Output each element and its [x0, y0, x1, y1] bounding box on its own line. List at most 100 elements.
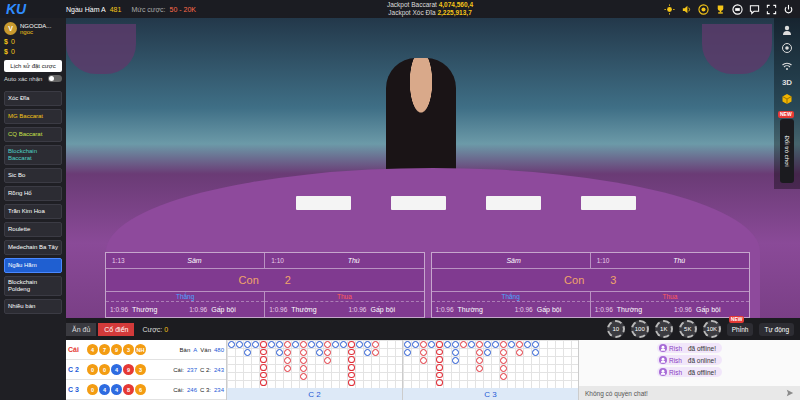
road-mark: [428, 341, 435, 348]
wifi-icon[interactable]: [781, 60, 793, 72]
3d-button[interactable]: 3D: [782, 78, 792, 87]
switch-game-tab[interactable]: NEWĐổi trò chơi: [780, 119, 794, 183]
bet-column: Thua1:0.96Thường1:0.96Gấp bội: [591, 292, 749, 317]
table-name: Ngầu Hầm A: [66, 6, 106, 13]
casino-app: KUNgầu Hầm A481Mức cược:50 - 20KJackpot …: [0, 0, 800, 400]
road-mark: [300, 349, 307, 356]
road-mark: [444, 341, 451, 348]
panel-title[interactable]: Con2: [106, 269, 424, 292]
avatar-icon[interactable]: V: [4, 22, 17, 35]
game-menu: Xóc Đĩa MG Baccarat CQ Baccarat Blockchain …: [4, 91, 62, 314]
auto-confirm-toggle[interactable]: [48, 75, 62, 82]
road-mark: [348, 341, 355, 348]
bet-history-button[interactable]: Lịch sử đặt cược: [4, 60, 62, 72]
bet-cell[interactable]: 1:0.96Thường: [106, 302, 185, 317]
cube-icon[interactable]: [781, 93, 793, 105]
special-bet[interactable]: Sâm: [432, 253, 591, 269]
game-menu-item[interactable]: Blockchain Poldeng: [4, 276, 62, 296]
road-mark: [452, 349, 459, 356]
game-menu-item[interactable]: Xóc Đĩa: [4, 91, 62, 106]
bet-cell[interactable]: 1:0.96Gấp bội: [344, 302, 423, 317]
chip[interactable]: 100: [631, 320, 649, 338]
road-mark: [524, 341, 531, 348]
game-menu-item[interactable]: Medechain Ba Tây: [4, 240, 62, 255]
game-menu-item[interactable]: CQ Baccarat: [4, 127, 62, 142]
road-mark: [300, 341, 307, 348]
bet-cell[interactable]: 1:0.96Thường: [591, 302, 670, 317]
user-name: NGOCDA...: [20, 23, 51, 29]
bead: 3: [135, 364, 146, 375]
send-icon[interactable]: [786, 389, 794, 397]
chat-panel: Rish đã offline!Rish đã online!Rish đã o…: [579, 340, 800, 400]
hd-icon[interactable]: [732, 4, 743, 15]
chat-message: Rish đã offline!: [657, 367, 722, 377]
person-icon[interactable]: [781, 24, 793, 36]
game-menu-item[interactable]: Nhiều bàn: [4, 299, 62, 314]
camera-icon[interactable]: [781, 42, 793, 54]
road-mark: [412, 341, 419, 348]
brightness-icon[interactable]: [664, 4, 675, 15]
chip[interactable]: 10: [607, 320, 625, 338]
game-menu-item[interactable]: Trần Kim Hoa: [4, 204, 62, 219]
chip[interactable]: 1K: [655, 320, 673, 338]
big-road: C 2: [227, 340, 403, 400]
mode-tab[interactable]: Cổ điển: [98, 323, 134, 336]
bet-cell[interactable]: 1:0.96Thường: [265, 302, 344, 317]
chip[interactable]: 10K: [703, 320, 721, 338]
road-mark: [260, 379, 267, 386]
top-icons: [664, 4, 794, 15]
bet-column: Thua1:0.96Thường1:0.96Gấp bội: [265, 292, 423, 317]
road-mark: [420, 357, 427, 364]
road-mark: [476, 357, 483, 364]
bead: 4: [111, 364, 122, 375]
road-mark: [236, 341, 243, 348]
bead: NH: [135, 344, 146, 355]
game-menu-item[interactable]: Ngầu Hầm: [4, 258, 62, 273]
road-mark: [284, 365, 291, 372]
bet-range: 50 - 20K: [170, 6, 196, 13]
special-bet[interactable]: 1:10Thú: [265, 253, 423, 269]
road-mark: [436, 349, 443, 356]
bead: 4: [87, 344, 98, 355]
game-menu-item[interactable]: Rồng Hổ: [4, 186, 62, 201]
bet-cell[interactable]: 1:0.96Gấp bội: [511, 302, 590, 317]
logo[interactable]: KU: [6, 1, 56, 17]
round-number: 481: [110, 6, 122, 13]
road-mark: [348, 364, 355, 371]
trophy-icon[interactable]: [715, 4, 726, 15]
road-mark: [420, 341, 427, 348]
chip-button[interactable]: Tự động: [759, 323, 794, 336]
road-mark: [260, 341, 267, 348]
road-mark: [500, 341, 507, 348]
road-mark: [228, 341, 235, 348]
mode-tab[interactable]: Ăn đủ: [66, 323, 96, 336]
chat-icon[interactable]: [749, 4, 760, 15]
bet-cell[interactable]: 1:0.96Gấp bội: [185, 302, 264, 317]
road-mark: [244, 341, 251, 348]
coin-icon[interactable]: [698, 4, 709, 15]
column-header: Thắng: [432, 292, 590, 302]
special-bet[interactable]: 1:13Sâm: [106, 253, 265, 269]
chip[interactable]: 5K: [679, 320, 697, 338]
road-mark: [340, 341, 347, 348]
road-mark: [364, 341, 371, 348]
game-menu-item[interactable]: Roulette: [4, 222, 62, 237]
power-icon[interactable]: [783, 4, 794, 15]
road-mark: [516, 349, 523, 356]
bet-panel: 1:13Sâm1:10ThúCon2Thắng1:0.96Thường1:0.9…: [105, 252, 425, 318]
game-menu-item[interactable]: Sic Bo: [4, 168, 62, 183]
bet-cell[interactable]: 1:0.96Gấp bội: [670, 302, 749, 317]
road-mark: [284, 357, 291, 364]
chip-button[interactable]: NEW Phỉnh: [727, 323, 754, 336]
special-bet[interactable]: 1:10Thú: [591, 253, 749, 269]
chat-input[interactable]: Không có quyền chat!: [579, 386, 800, 400]
road-mark: [260, 372, 267, 379]
game-menu-item[interactable]: Blockchain Baccarat: [4, 145, 62, 165]
fullscreen-icon[interactable]: [766, 4, 777, 15]
bottom-panel: Cái4793NHBànAVán480C 200493Cái:237C 2:24…: [66, 340, 800, 400]
panel-title[interactable]: Con3: [432, 269, 750, 292]
bet-cell[interactable]: 1:0.96Thường: [432, 302, 511, 317]
game-menu-item[interactable]: MG Baccarat: [4, 109, 62, 124]
road-mark: [484, 341, 491, 348]
sound-icon[interactable]: [681, 4, 692, 15]
